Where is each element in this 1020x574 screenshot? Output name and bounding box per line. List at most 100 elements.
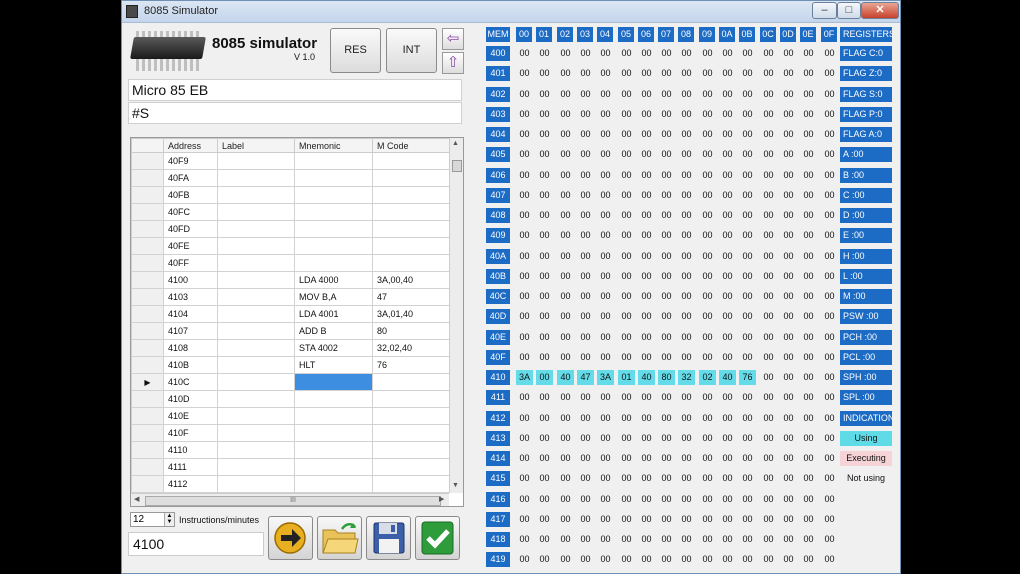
mnemonic-cell[interactable] [294, 237, 373, 255]
memory-cell[interactable]: 00 [699, 127, 716, 142]
memory-cell[interactable]: 00 [557, 350, 574, 365]
memory-cell[interactable]: 00 [536, 249, 553, 264]
memory-cell[interactable]: 00 [678, 330, 695, 345]
memory-cell[interactable]: 00 [739, 269, 756, 284]
memory-cell[interactable]: 00 [536, 471, 553, 486]
up-arrow-icon[interactable]: ⇧ [442, 52, 464, 74]
address-cell[interactable]: 40FE [163, 237, 218, 255]
row-selector[interactable] [131, 441, 164, 459]
mnemonic-cell[interactable] [294, 458, 373, 476]
address-cell[interactable]: 4111 [163, 458, 218, 476]
memory-cell[interactable]: 00 [658, 492, 675, 507]
label-cell[interactable] [217, 203, 295, 221]
memory-cell[interactable]: 00 [739, 249, 756, 264]
memory-cell[interactable]: 00 [658, 249, 675, 264]
mnemonic-cell[interactable] [294, 254, 373, 272]
memory-cell[interactable]: 00 [577, 188, 594, 203]
memory-cell[interactable]: 00 [618, 188, 635, 203]
memory-cell[interactable]: 00 [719, 127, 736, 142]
memory-cell[interactable]: 00 [536, 87, 553, 102]
memory-cell[interactable]: 00 [577, 127, 594, 142]
memory-cell[interactable]: 00 [536, 451, 553, 466]
label-cell[interactable] [217, 475, 295, 493]
memory-cell[interactable]: 00 [760, 492, 777, 507]
memory-cell[interactable]: 00 [618, 249, 635, 264]
memory-cell[interactable]: 00 [658, 127, 675, 142]
memory-cell[interactable]: 00 [557, 512, 574, 527]
memory-cell[interactable]: 00 [536, 147, 553, 162]
memory-cell[interactable]: 00 [577, 532, 594, 547]
address-cell[interactable]: 40FB [163, 186, 218, 204]
memory-cell[interactable]: 00 [638, 87, 655, 102]
memory-cell[interactable]: 00 [800, 168, 817, 183]
memory-cell[interactable]: 00 [780, 370, 797, 385]
vertical-scroll-thumb[interactable] [452, 160, 462, 172]
memory-cell[interactable]: 00 [739, 512, 756, 527]
memory-cell[interactable]: 00 [658, 269, 675, 284]
table-row[interactable]: 410E [131, 407, 450, 425]
memory-cell[interactable]: 76 [739, 370, 756, 385]
memory-cell[interactable]: 00 [699, 512, 716, 527]
memory-cell[interactable]: 00 [557, 127, 574, 142]
memory-cell[interactable]: 00 [618, 269, 635, 284]
memory-cell[interactable]: 00 [658, 512, 675, 527]
memory-cell[interactable]: 00 [719, 66, 736, 81]
memory-cell[interactable]: 00 [618, 66, 635, 81]
memory-cell[interactable]: 00 [800, 370, 817, 385]
memory-cell[interactable]: 00 [821, 390, 838, 405]
memory-cell[interactable]: 00 [739, 46, 756, 61]
memory-cell[interactable]: 00 [618, 512, 635, 527]
memory-cell[interactable]: 00 [699, 471, 716, 486]
memory-cell[interactable]: 00 [557, 309, 574, 324]
memory-cell[interactable]: 00 [597, 208, 614, 223]
memory-cell[interactable]: 00 [638, 512, 655, 527]
memory-cell[interactable]: 00 [597, 492, 614, 507]
horizontal-scrollbar[interactable]: ◀ III ▶ [131, 493, 449, 506]
memory-cell[interactable]: 00 [739, 451, 756, 466]
command-input[interactable]: #S [128, 102, 462, 124]
memory-cell[interactable]: 00 [597, 168, 614, 183]
memory-cell[interactable]: 00 [536, 552, 553, 567]
memory-cell[interactable]: 00 [739, 228, 756, 243]
memory-cell[interactable]: 00 [821, 269, 838, 284]
memory-cell[interactable]: 00 [800, 330, 817, 345]
memory-cell[interactable]: 00 [557, 390, 574, 405]
table-row[interactable]: ▶ 410C [131, 373, 450, 391]
label-cell[interactable] [217, 424, 295, 442]
address-cell[interactable]: 40F9 [163, 152, 218, 170]
memory-cell[interactable]: 00 [678, 512, 695, 527]
memory-cell[interactable]: 00 [760, 390, 777, 405]
memory-cell[interactable]: 00 [557, 330, 574, 345]
memory-cell[interactable]: 00 [597, 228, 614, 243]
memory-cell[interactable]: 00 [536, 532, 553, 547]
memory-cell[interactable]: 00 [699, 451, 716, 466]
memory-cell[interactable]: 00 [821, 228, 838, 243]
mcode-cell[interactable] [372, 237, 450, 255]
memory-cell[interactable]: 00 [699, 66, 716, 81]
memory-cell[interactable]: 00 [739, 532, 756, 547]
memory-cell[interactable]: 00 [760, 188, 777, 203]
memory-cell[interactable]: 00 [760, 350, 777, 365]
memory-cell[interactable]: 32 [678, 370, 695, 385]
memory-cell[interactable]: 00 [597, 390, 614, 405]
column-header-address[interactable]: Address [163, 138, 218, 153]
memory-cell[interactable]: 00 [780, 471, 797, 486]
scroll-up-icon[interactable]: ▲ [452, 140, 459, 147]
mnemonic-cell[interactable]: ADD B [294, 322, 373, 340]
memory-cell[interactable]: 00 [618, 208, 635, 223]
memory-cell[interactable]: 00 [739, 411, 756, 426]
memory-cell[interactable]: 00 [760, 127, 777, 142]
table-row[interactable]: 4108 STA 4002 32,02,40 [131, 339, 450, 357]
memory-cell[interactable]: 00 [638, 431, 655, 446]
address-cell[interactable]: 410B [163, 356, 218, 374]
memory-cell[interactable]: 00 [597, 350, 614, 365]
memory-cell[interactable]: 00 [739, 552, 756, 567]
memory-cell[interactable]: 00 [800, 46, 817, 61]
memory-cell[interactable]: 00 [577, 411, 594, 426]
memory-cell[interactable]: 00 [699, 269, 716, 284]
memory-cell[interactable]: 00 [760, 269, 777, 284]
memory-cell[interactable]: 00 [536, 492, 553, 507]
memory-cell[interactable]: 00 [536, 107, 553, 122]
memory-cell[interactable]: 00 [557, 168, 574, 183]
mnemonic-cell[interactable]: MOV B,A [294, 288, 373, 306]
